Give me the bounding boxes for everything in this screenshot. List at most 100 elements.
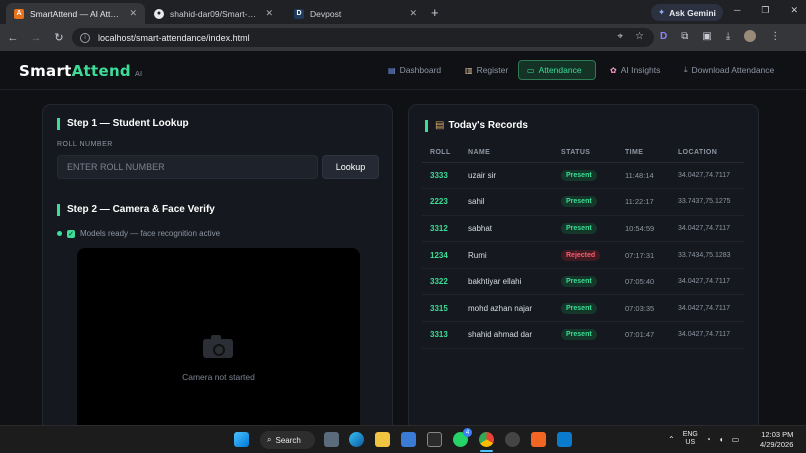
chevron-up-icon[interactable]: ⌃	[668, 435, 675, 444]
forward-icon[interactable]: →	[26, 32, 46, 44]
records-title-text: Today's Records	[448, 120, 528, 131]
location-cell: 34.0427,74.7117	[670, 321, 744, 349]
reload-icon[interactable]: ↻	[49, 31, 69, 44]
maximize-icon[interactable]: ❐	[761, 5, 769, 16]
clock-date: 4/29/2026	[760, 440, 794, 449]
nav-dashboard[interactable]: ▤ Dashboard	[380, 60, 449, 80]
camera-status-text: Camera not started	[182, 372, 255, 382]
name-cell: sahil	[460, 188, 553, 216]
roll-cell: 3313	[422, 321, 460, 349]
tab-devpost[interactable]: D Devpost ✕	[286, 3, 425, 24]
logo[interactable]: SmartAttend AI	[19, 62, 142, 80]
ask-gemini-label: Ask Gemini	[669, 7, 716, 18]
status-cell: Present	[553, 188, 617, 216]
minimize-icon[interactable]: ─	[734, 5, 740, 16]
table-row: 3322 bakhtiyar ellahi Present 07:05:40 34.04…	[422, 268, 744, 296]
file-explorer-icon[interactable]	[375, 432, 390, 447]
step2-title: Step 2 — Camera & Face Verify	[57, 204, 215, 216]
terminal-icon[interactable]	[427, 432, 442, 447]
close-icon[interactable]: ✕	[265, 8, 273, 19]
orange-a-icon: A	[14, 8, 24, 19]
location-icon[interactable]: ⌖	[617, 31, 623, 42]
chatgpt-icon[interactable]	[505, 432, 520, 447]
volume-icon[interactable]: ◖	[719, 435, 724, 444]
logo-ai-tag: AI	[134, 70, 143, 78]
card-icon: ▭	[527, 65, 535, 75]
active-app-indicator	[480, 450, 493, 452]
table-row: 3333 uzair sir Present 11:48:14 34.0427,74.7…	[422, 162, 744, 190]
close-icon[interactable]: ✕	[409, 8, 417, 19]
status-cell: Present	[553, 268, 617, 296]
whatsapp-icon[interactable]: 4	[453, 428, 472, 447]
brain-icon: ✿	[610, 65, 617, 75]
roll-cell: 3333	[422, 162, 460, 190]
bookmark-star-icon[interactable]: ☆	[635, 31, 644, 42]
lookup-button[interactable]: Lookup	[322, 155, 379, 179]
extensions-puzzle-icon[interactable]: ⧉	[681, 31, 688, 42]
tab-smartattend[interactable]: A SmartAttend — AI Attendance ✕	[6, 3, 145, 24]
roll-number-label: ROLL NUMBER	[57, 141, 113, 148]
roll-number-input[interactable]	[57, 155, 318, 179]
nav-attendance[interactable]: ▭ Attendance	[518, 60, 596, 80]
profile-avatar[interactable]	[744, 30, 757, 42]
nav-register[interactable]: ▥ Register	[457, 60, 516, 80]
clock-time: 12:03 PM	[761, 430, 794, 439]
taskbar-search[interactable]: ⌕ Search	[260, 431, 315, 449]
table-row: 3315 mohd azhan najar Present 07:03:35 34.04…	[422, 294, 744, 323]
nav-label: Dashboard	[399, 65, 442, 75]
language-indicator[interactable]: ENG US	[683, 431, 698, 447]
wifi-icon[interactable]: ◔	[706, 435, 711, 444]
close-icon[interactable]: ✕	[129, 8, 137, 19]
new-tab-icon[interactable]: +	[431, 5, 439, 20]
column-header-status: STATUS	[553, 143, 617, 163]
tab-title: SmartAttend — AI Attendance	[30, 8, 123, 19]
nav-ai-insights[interactable]: ✿ AI Insights	[602, 60, 668, 80]
language-code: ENG	[682, 431, 698, 438]
status-cell: Present	[553, 321, 617, 349]
column-header-time: TIME	[617, 143, 670, 163]
task-view-icon[interactable]	[324, 432, 339, 447]
vscode-icon[interactable]	[557, 432, 572, 447]
xampp-icon[interactable]	[531, 432, 546, 447]
roll-cell: 2223	[422, 188, 460, 216]
camera-preview: Camera not started	[77, 248, 360, 425]
download-icon[interactable]: ⤓	[726, 31, 730, 42]
address-bar[interactable]: i localhost/smart-attendance/index.html …	[72, 28, 654, 47]
ask-gemini-button[interactable]: ✦ Ask Gemini	[651, 4, 723, 21]
back-icon[interactable]: ←	[3, 32, 23, 44]
roll-cell: 3322	[422, 268, 460, 296]
tab-github[interactable]: ● shahid-dar09/Smart-attendance ✕	[146, 3, 281, 24]
notification-badge: 4	[463, 428, 472, 437]
windows-start-icon[interactable]	[234, 432, 249, 447]
status-badge: Present	[561, 276, 597, 288]
nav-download-attendance[interactable]: ⤓ Download Attendance	[676, 60, 782, 80]
status-badge: Present	[561, 196, 597, 208]
tab-search-icon[interactable]: ▣	[702, 31, 711, 42]
edge-icon[interactable]	[349, 432, 364, 447]
roll-cell: 3312	[422, 215, 460, 243]
extension-d-icon[interactable]: D	[660, 31, 667, 42]
step1-title: Step 1 — Student Lookup	[57, 118, 189, 130]
menu-kebab-icon[interactable]: ⋮	[770, 31, 780, 42]
records-table: ROLL NAME STATUS TIME LOCATION 3333 uzair…	[422, 143, 744, 349]
close-window-icon[interactable]: ✕	[790, 5, 798, 16]
search-icon: ⌕	[267, 435, 272, 444]
microsoft-store-icon[interactable]	[401, 432, 416, 447]
battery-icon[interactable]: ▭	[732, 435, 740, 444]
location-cell: 34.0427,74.7117	[670, 215, 744, 243]
time-cell: 11:48:14	[617, 162, 670, 190]
records-title: ▤ Today's Records	[425, 120, 528, 132]
column-header-name: NAME	[460, 143, 553, 163]
nav-label: Attendance	[538, 65, 582, 75]
name-cell: sabhat	[460, 215, 553, 243]
location-cell: 34.0427,74.7117	[670, 268, 744, 296]
taskbar-clock[interactable]: 12:03 PM 4/29/2026	[760, 430, 793, 450]
table-row: 1234 Rumi Rejected 07:17:31 33.7434,75.1283	[422, 241, 744, 269]
table-header-row: ROLL NAME STATUS TIME LOCATION	[422, 143, 744, 163]
chrome-icon[interactable]	[479, 432, 494, 447]
time-cell: 11:22:17	[617, 188, 670, 216]
site-info-icon[interactable]: i	[80, 32, 90, 43]
clipboard-icon: ▤	[435, 120, 445, 131]
column-header-location: LOCATION	[670, 143, 744, 163]
location-cell: 33.7437,75.1275	[670, 188, 744, 216]
